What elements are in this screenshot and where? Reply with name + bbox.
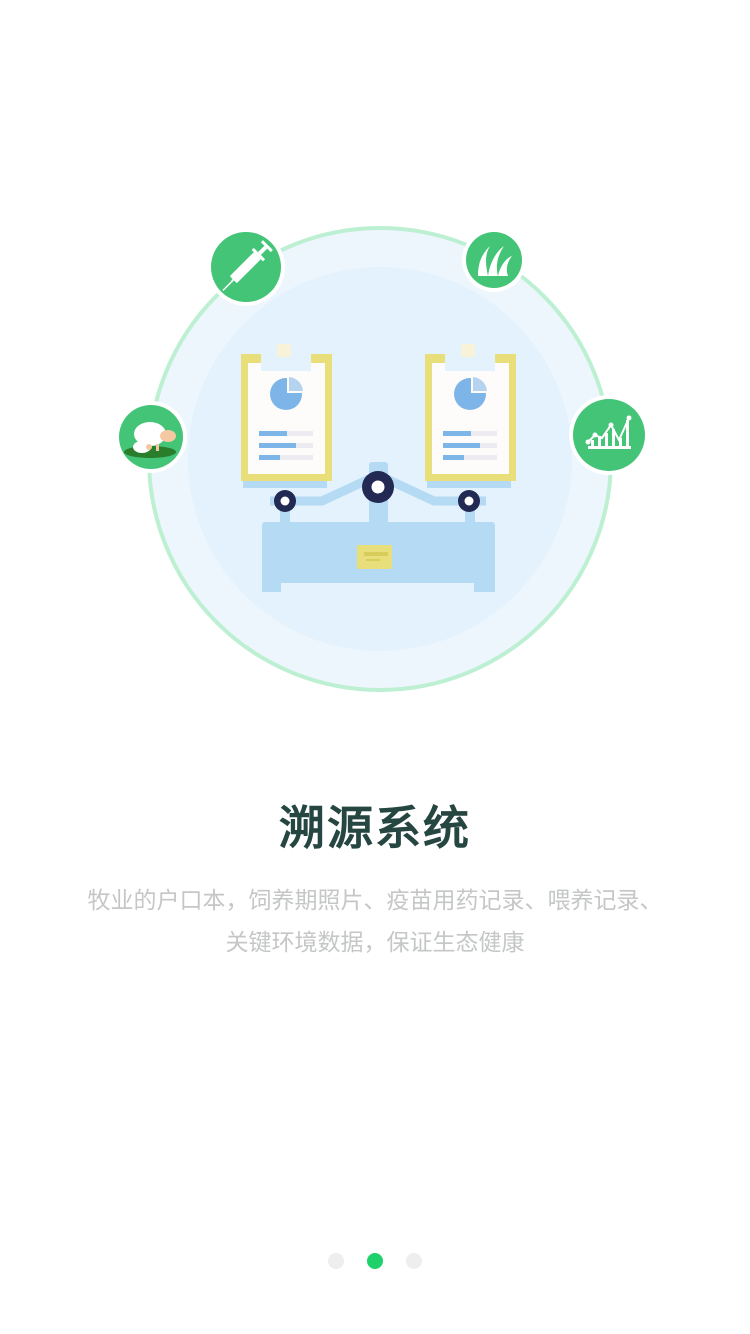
- page-dot-3[interactable]: [406, 1253, 422, 1269]
- page-dot-1[interactable]: [328, 1253, 344, 1269]
- syringe-icon: [207, 228, 285, 306]
- clipboard-icon: [425, 344, 516, 488]
- clipboard-icon: [241, 344, 332, 488]
- page-indicator: [0, 1253, 750, 1269]
- sheep-icon: [115, 401, 187, 473]
- growth-chart-icon: [569, 395, 649, 475]
- traceability-illustration: [115, 226, 649, 692]
- slide-title: 溯源系统: [279, 801, 471, 855]
- description-line: 牧业的户口本，饲养期照片、疫苗用药记录、喂养记录、: [87, 888, 663, 914]
- description-line: 关键环境数据，保证生态健康: [225, 930, 525, 956]
- page-dot-2-active[interactable]: [367, 1253, 383, 1269]
- grass-icon: [462, 228, 526, 292]
- slide-description: 牧业的户口本，饲养期照片、疫苗用药记录、喂养记录、 关键环境数据，保证生态健康: [60, 880, 690, 964]
